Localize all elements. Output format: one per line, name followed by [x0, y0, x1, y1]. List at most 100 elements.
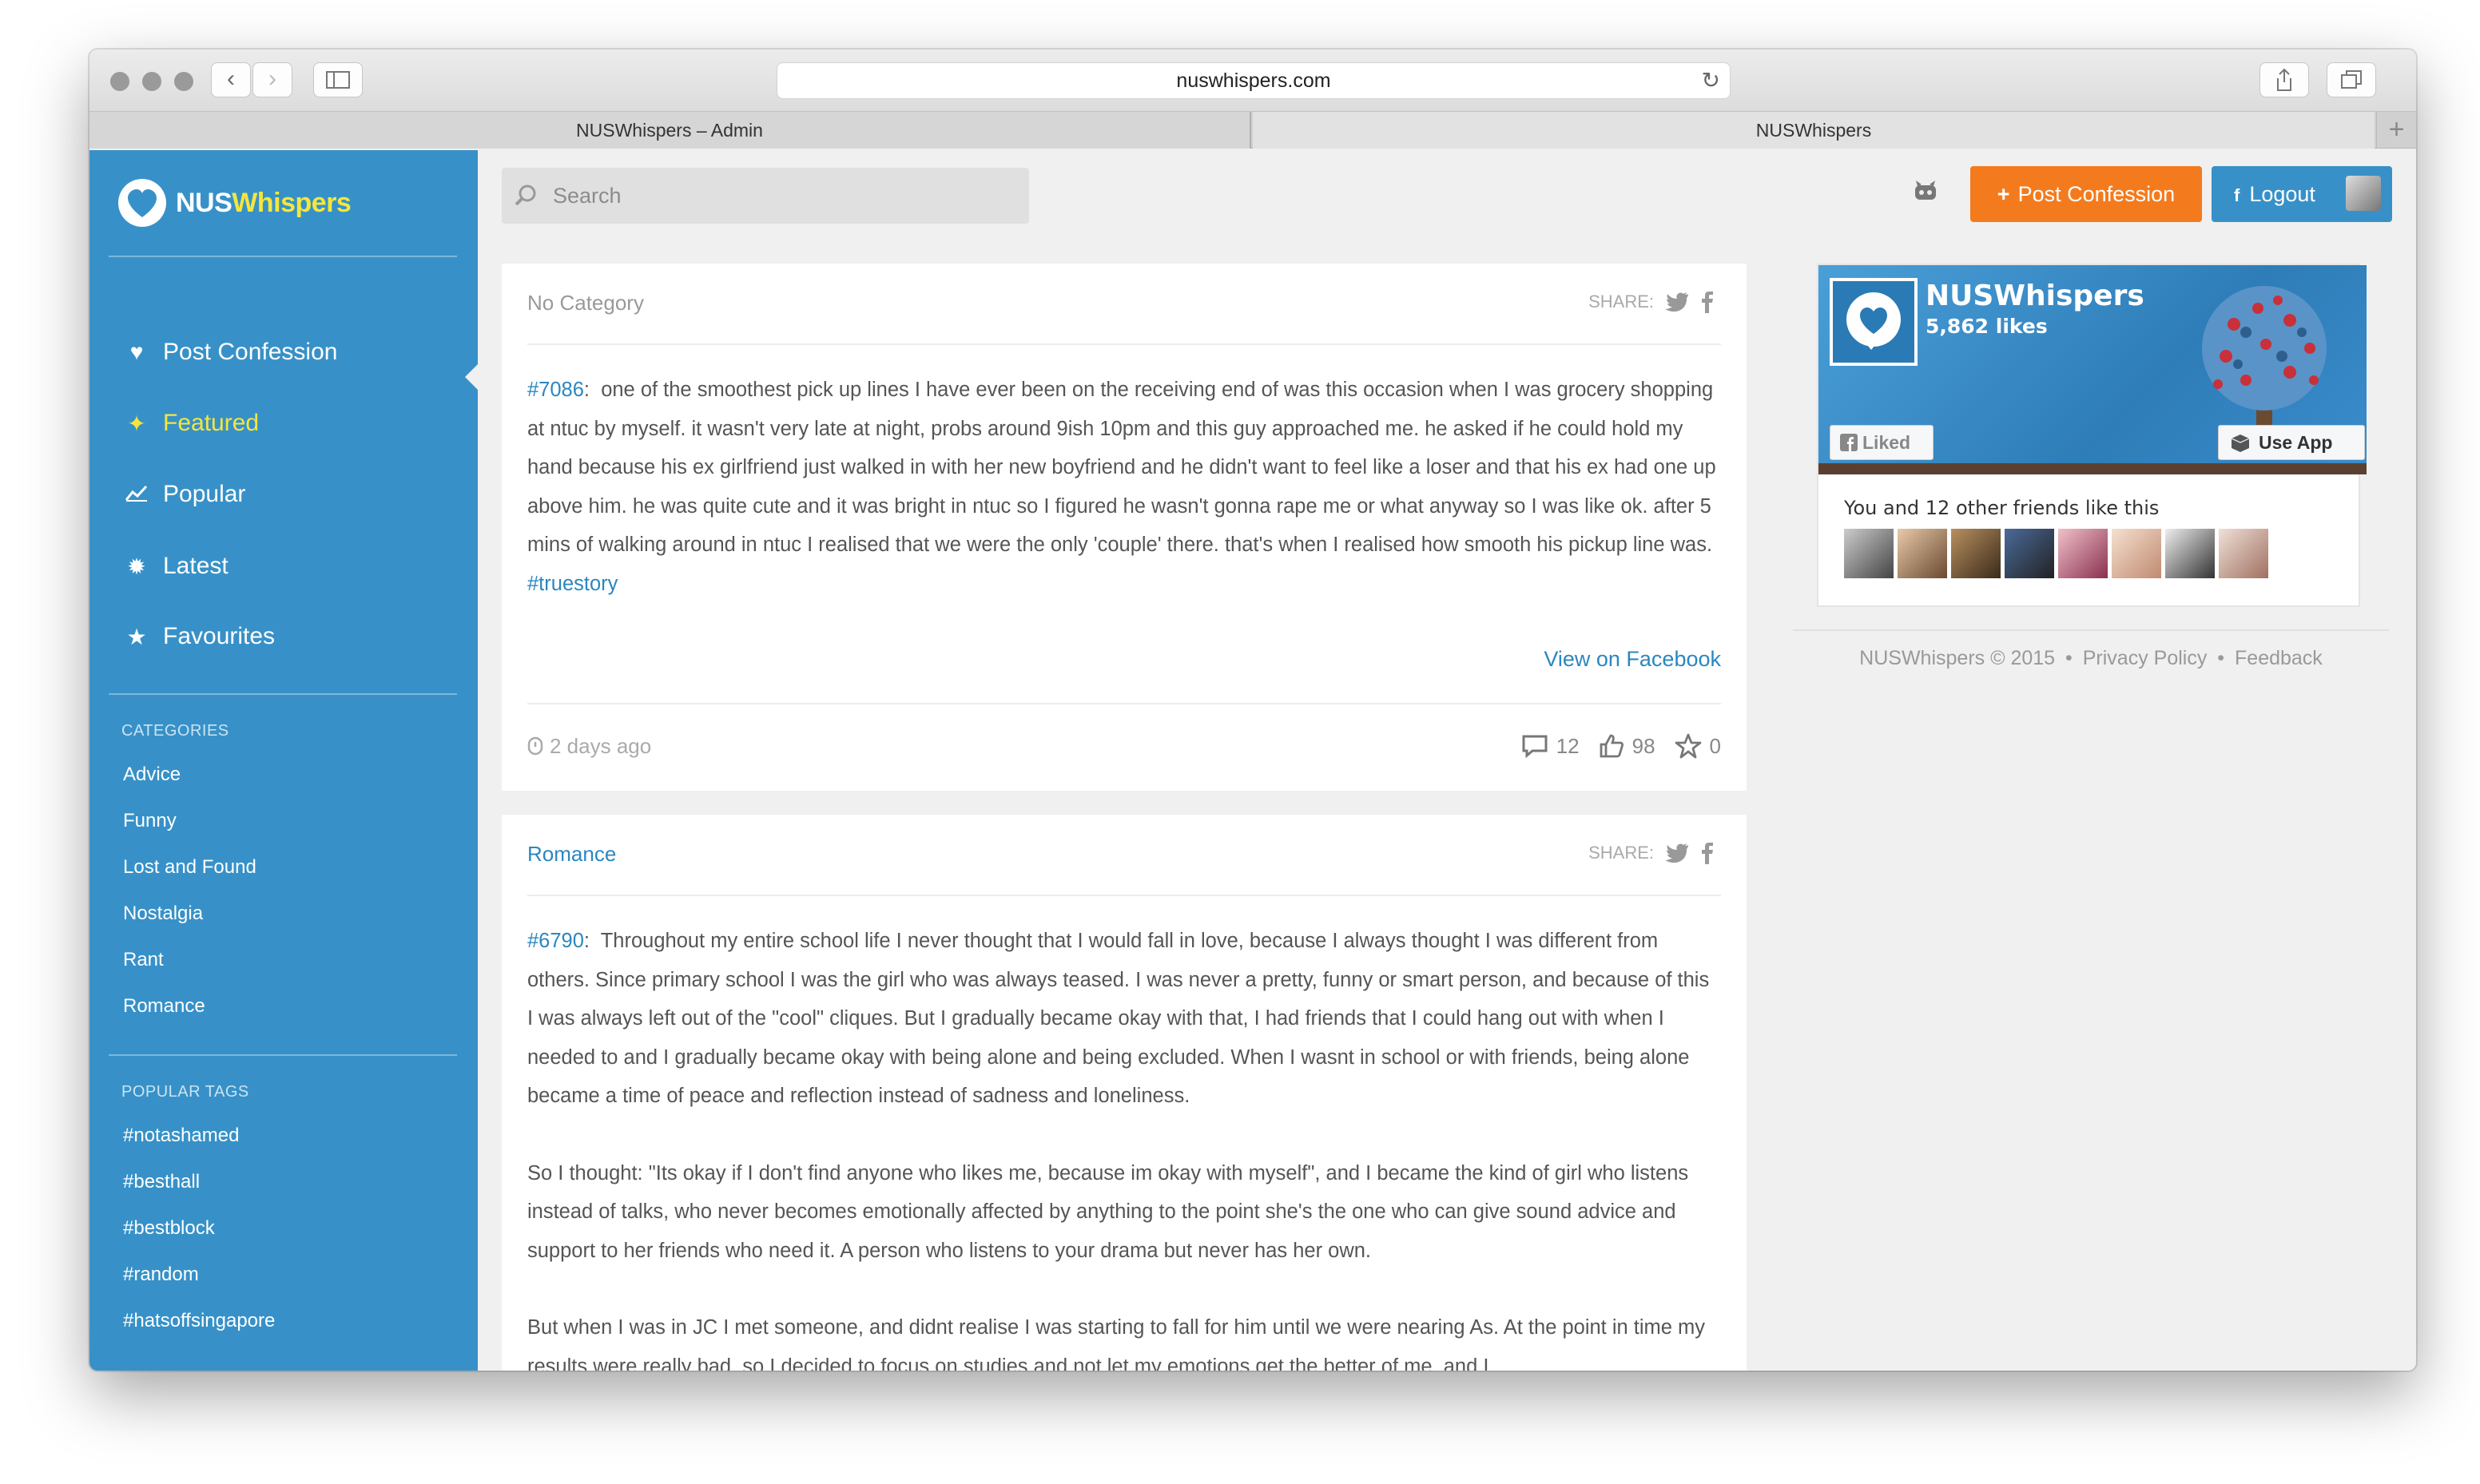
- comments-count[interactable]: 12: [1521, 734, 1580, 759]
- right-column-divider: [1793, 629, 2389, 631]
- facebook-cover[interactable]: NUSWhispers 5,862 likes Liked Use App: [1818, 265, 2367, 474]
- forward-button[interactable]: ›: [252, 62, 292, 97]
- post-id-link[interactable]: #6790: [527, 930, 584, 952]
- avatar[interactable]: [2165, 529, 2215, 578]
- nav-latest[interactable]: ✹ Latest: [125, 546, 228, 586]
- back-button[interactable]: ‹: [211, 62, 251, 97]
- hashtag-link[interactable]: #truestory: [527, 573, 618, 595]
- robot-icon[interactable]: [1913, 179, 1938, 203]
- facebook-liked-button[interactable]: Liked: [1830, 425, 1934, 460]
- tab-admin[interactable]: NUSWhispers – Admin: [89, 112, 1251, 149]
- post-text: But when I was in JC I met someone, and …: [527, 1316, 1706, 1371]
- browser-toolbar: ‹ › nuswhispers.com ↻: [89, 50, 2416, 112]
- use-app-button[interactable]: Use App: [2218, 425, 2365, 460]
- reload-icon[interactable]: ↻: [1702, 63, 1720, 98]
- chevron-right-icon: ›: [268, 65, 276, 92]
- facebook-page-likes: 5,862 likes: [1926, 315, 2048, 338]
- heart-bubble-icon: [1846, 292, 1901, 350]
- category-link-funny[interactable]: Funny: [123, 810, 177, 832]
- badge-icon: ✹: [127, 554, 146, 579]
- screenshot-stage: ‹ › nuswhispers.com ↻ NUSWhispers – Admi…: [0, 0, 2480, 1484]
- post-confession-button[interactable]: + Post Confession: [1970, 166, 2202, 222]
- avatar[interactable]: [2058, 529, 2108, 578]
- chevron-left-icon: ‹: [227, 65, 235, 92]
- facebook-share-icon[interactable]: [1700, 842, 1715, 864]
- sidebar-toggle-button[interactable]: [313, 62, 363, 97]
- address-bar[interactable]: nuswhispers.com ↻: [777, 62, 1731, 99]
- card-divider: [527, 703, 1721, 704]
- nav-post-confession[interactable]: ♥ Post Confession: [125, 332, 338, 372]
- logout-button[interactable]: f Logout: [2212, 166, 2392, 222]
- close-window-button[interactable]: [110, 72, 129, 91]
- cover-ground: [1818, 463, 2367, 474]
- category-link-romance[interactable]: Romance: [123, 995, 205, 1018]
- sidebar-icon: [326, 71, 350, 89]
- avatar: [2346, 176, 2381, 211]
- feedback-link[interactable]: Feedback: [2235, 647, 2323, 669]
- sidebar-divider: [109, 1054, 457, 1056]
- star-icon: ★: [126, 624, 147, 649]
- post-category[interactable]: Romance: [527, 842, 616, 867]
- category-link-rant[interactable]: Rant: [123, 949, 164, 971]
- tag-link-besthall[interactable]: #besthall: [123, 1171, 200, 1193]
- search-icon: [515, 185, 536, 206]
- share-bar: SHARE:: [1588, 291, 1715, 313]
- avatar[interactable]: [1951, 529, 2001, 578]
- category-link-nostalgia[interactable]: Nostalgia: [123, 903, 203, 925]
- twitter-icon[interactable]: [1665, 292, 1689, 312]
- post-footer: 2 days ago 12 98 0: [527, 730, 1721, 762]
- post-category: No Category: [527, 291, 644, 315]
- post-id-link[interactable]: #7086: [527, 379, 584, 401]
- tag-link-bestblock[interactable]: #bestblock: [123, 1217, 215, 1240]
- favourites-count[interactable]: 0: [1675, 733, 1721, 759]
- copyright-text: NUSWhispers © 2015: [1859, 647, 2056, 669]
- post-body: #6790: Throughout my entire school life …: [527, 922, 1719, 1371]
- minimize-window-button[interactable]: [142, 72, 161, 91]
- tag-link-notashamed[interactable]: #notashamed: [123, 1125, 239, 1147]
- nav-featured[interactable]: ✦ Featured: [125, 403, 259, 443]
- twitter-icon[interactable]: [1665, 843, 1689, 863]
- privacy-policy-link[interactable]: Privacy Policy: [2083, 647, 2208, 669]
- share-label: SHARE:: [1588, 292, 1654, 311]
- categories-heading: CATEGORIES: [121, 722, 229, 740]
- avatar[interactable]: [2219, 529, 2268, 578]
- post-time: 2 days ago: [550, 733, 652, 758]
- confession-card: Romance SHARE: #6790: Throughout my enti…: [502, 815, 1747, 1371]
- tag-link-random[interactable]: #random: [123, 1264, 199, 1286]
- logo-text: NUSWhispers: [176, 187, 352, 218]
- thumbs-up-icon: [1600, 734, 1624, 758]
- zoom-window-button[interactable]: [174, 72, 193, 91]
- avatar[interactable]: [2112, 529, 2161, 578]
- browser-window: ‹ › nuswhispers.com ↻ NUSWhispers – Admi…: [89, 50, 2416, 1371]
- sidebar-divider: [109, 256, 457, 257]
- share-icon: [2277, 68, 2291, 91]
- avatar[interactable]: [1844, 529, 1894, 578]
- category-link-lost-and-found[interactable]: Lost and Found: [123, 856, 256, 879]
- site-logo[interactable]: NUSWhispers: [118, 179, 352, 227]
- site-footer: NUSWhispers © 2015 • Privacy Policy • Fe…: [1859, 647, 2323, 669]
- card-divider: [527, 895, 1721, 896]
- nav-favourites[interactable]: ★ Favourites: [125, 617, 275, 657]
- search-placeholder: Search: [553, 184, 622, 208]
- logo-heart-icon: [118, 179, 166, 227]
- facebook-page-name[interactable]: NUSWhispers: [1926, 280, 2144, 312]
- heart-icon: ♥: [129, 339, 144, 364]
- search-input[interactable]: Search: [502, 168, 1029, 224]
- category-link-advice[interactable]: Advice: [123, 764, 181, 786]
- sidebar-divider: [109, 693, 457, 695]
- friend-avatars: [1844, 529, 2272, 578]
- facebook-icon: [1840, 434, 1858, 451]
- tag-link-hatsoffsingapore[interactable]: #hatsoffsingapore: [123, 1310, 275, 1332]
- avatar[interactable]: [2005, 529, 2054, 578]
- tab-nuswhispers[interactable]: NUSWhispers: [1253, 112, 2375, 149]
- tabs-overview-button[interactable]: [2327, 62, 2376, 97]
- post-text: So I thought: "Its okay if I don't find …: [527, 1161, 1689, 1262]
- new-tab-button[interactable]: +: [2376, 112, 2416, 149]
- share-bar: SHARE:: [1588, 842, 1715, 864]
- facebook-share-icon[interactable]: [1700, 291, 1715, 313]
- likes-count[interactable]: 98: [1599, 733, 1655, 759]
- view-on-facebook-link[interactable]: View on Facebook: [1544, 647, 1721, 672]
- avatar[interactable]: [1898, 529, 1947, 578]
- share-button[interactable]: [2259, 62, 2309, 97]
- nav-popular[interactable]: Popular: [125, 474, 245, 514]
